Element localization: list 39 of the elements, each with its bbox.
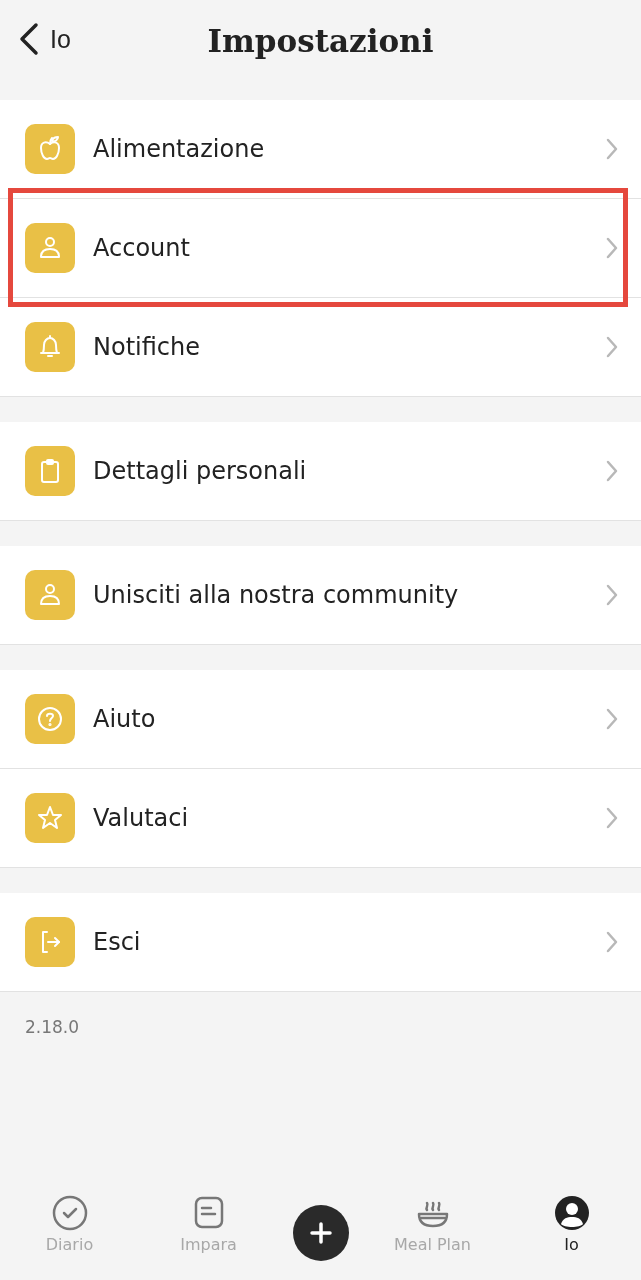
check-circle-icon bbox=[51, 1195, 88, 1231]
back-button[interactable]: Io bbox=[18, 22, 71, 56]
settings-row[interactable]: Aiuto bbox=[0, 670, 641, 768]
settings-row[interactable]: Account bbox=[0, 199, 641, 297]
bell-icon bbox=[25, 322, 75, 372]
help-icon bbox=[25, 694, 75, 744]
chevron-icon bbox=[605, 707, 619, 731]
logout-icon bbox=[25, 917, 75, 967]
settings-row[interactable]: Unisciti alla nostra community bbox=[0, 546, 641, 644]
row-label: Dettagli personali bbox=[93, 457, 308, 485]
settings-row[interactable]: Valutaci bbox=[0, 769, 641, 867]
tab-item[interactable]: Io bbox=[516, 1195, 627, 1254]
row-label: Esci bbox=[93, 928, 142, 956]
plus-icon bbox=[308, 1221, 333, 1245]
person-icon bbox=[25, 223, 75, 273]
back-icon bbox=[18, 22, 40, 56]
version-number: 2.18.0 bbox=[24, 1017, 81, 1037]
row-label: Unisciti alla nostra community bbox=[93, 581, 460, 609]
settings-row[interactable]: Alimentazione bbox=[0, 100, 641, 198]
profile-icon bbox=[553, 1195, 590, 1231]
person-icon bbox=[25, 570, 75, 620]
chevron-icon bbox=[605, 236, 619, 260]
row-label: Aiuto bbox=[93, 705, 157, 733]
settings-row[interactable]: Dettagli personali bbox=[0, 422, 641, 520]
page-title: Impostazioni bbox=[207, 23, 434, 59]
chevron-icon bbox=[605, 806, 619, 830]
chevron-icon bbox=[605, 459, 619, 483]
row-label: Alimentazione bbox=[93, 135, 266, 163]
settings-row[interactable]: Esci bbox=[0, 893, 641, 991]
chevron-icon bbox=[605, 583, 619, 607]
apple-icon bbox=[25, 124, 75, 174]
row-label: Valutaci bbox=[93, 804, 190, 832]
clipboard-icon bbox=[25, 446, 75, 496]
chevron-icon bbox=[605, 137, 619, 161]
row-label: Notifiche bbox=[93, 333, 201, 361]
chevron-icon bbox=[605, 335, 619, 359]
chevron-icon bbox=[605, 930, 619, 954]
settings-row[interactable]: Notifiche bbox=[0, 298, 641, 396]
row-label: Account bbox=[93, 234, 191, 262]
